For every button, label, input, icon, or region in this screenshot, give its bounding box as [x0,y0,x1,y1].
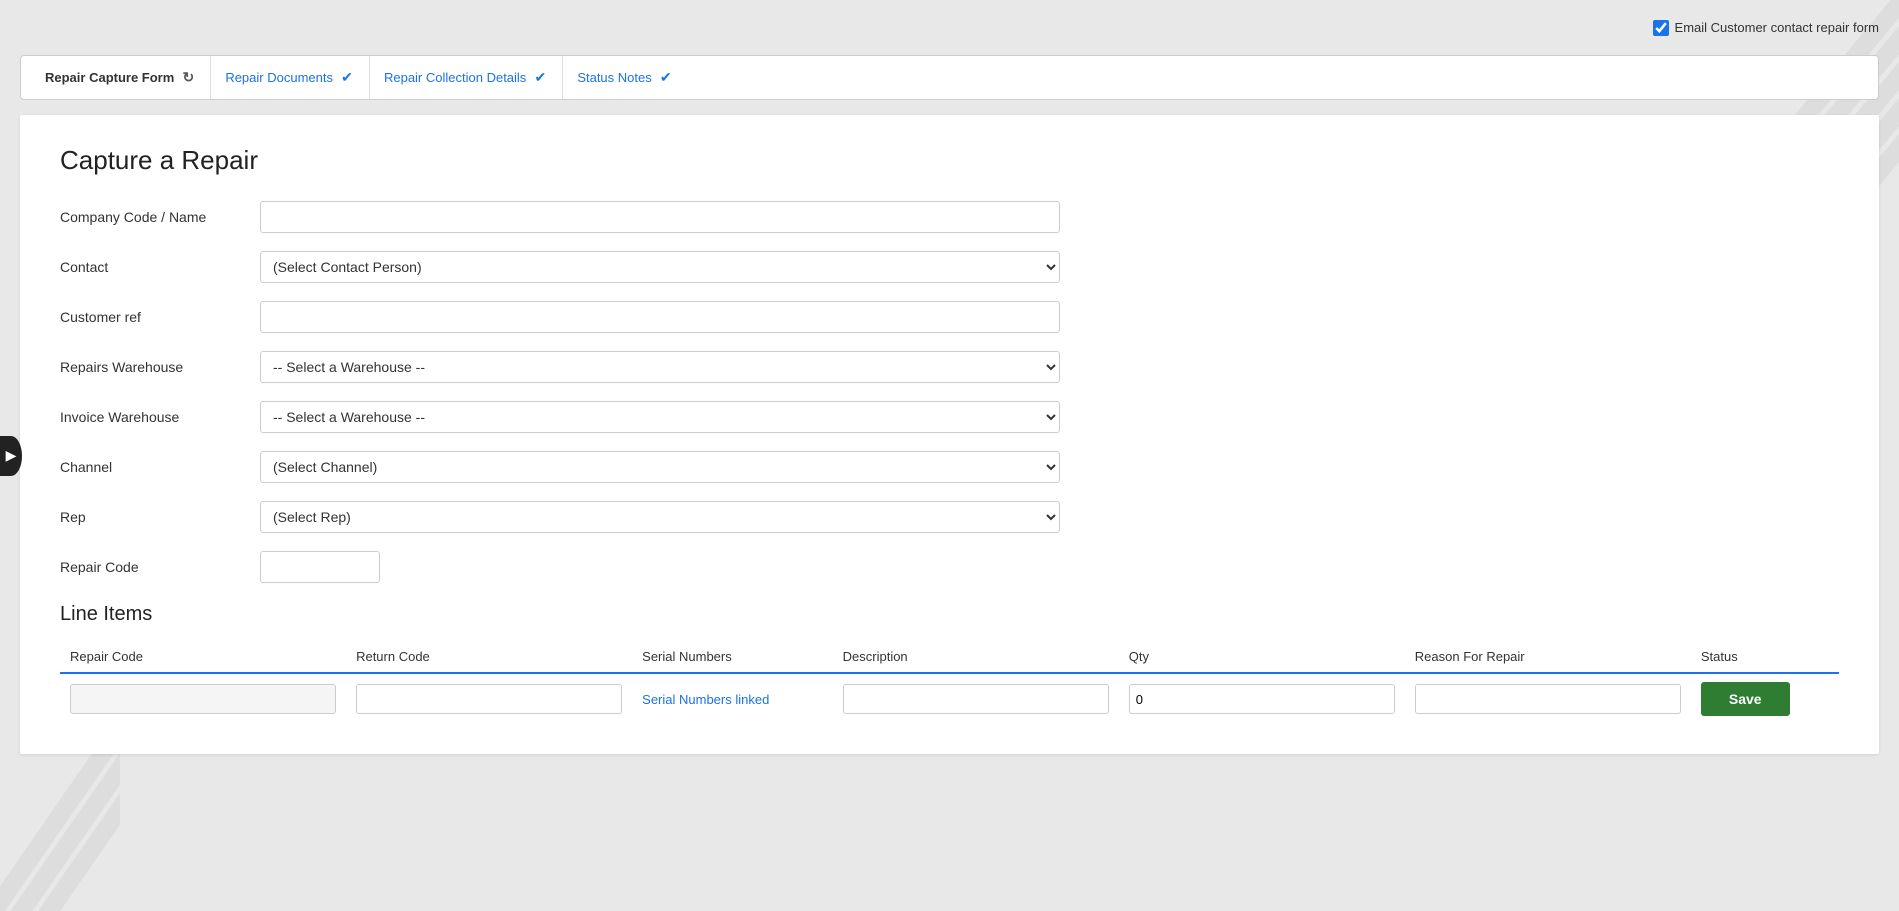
company-code-input[interactable] [260,201,1060,233]
table-header-row: Repair Code Return Code Serial Numbers D… [60,641,1839,673]
contact-label: Contact [60,259,260,275]
invoice-warehouse-label: Invoice Warehouse [60,409,260,425]
serial-numbers-link[interactable]: Serial Numbers linked [642,692,769,707]
email-checkbox[interactable] [1653,20,1669,36]
channel-select[interactable]: (Select Channel) [260,451,1060,483]
row-reason-input[interactable] [1415,684,1681,714]
contact-group: Contact (Select Contact Person) [60,251,1839,283]
cell-qty [1119,673,1405,724]
refresh-icon: ↻ [180,70,196,86]
main-content: Capture a Repair Company Code / Name Con… [20,115,1879,754]
cell-status: Save [1691,673,1839,724]
channel-group: Channel (Select Channel) [60,451,1839,483]
line-items-table: Repair Code Return Code Serial Numbers D… [60,641,1839,724]
save-button[interactable]: Save [1701,682,1790,716]
repair-code-label: Repair Code [60,559,260,575]
col-description: Description [833,641,1119,673]
row-description-input[interactable] [843,684,1109,714]
email-checkbox-label[interactable]: Email Customer contact repair form [1653,20,1879,36]
customer-ref-input[interactable] [260,301,1060,333]
company-code-label: Company Code / Name [60,209,260,225]
email-checkbox-text: Email Customer contact repair form [1675,20,1879,35]
channel-label: Channel [60,459,260,475]
tab-status-notes[interactable]: Status Notes ✔ [563,56,687,99]
rep-label: Rep [60,509,260,525]
col-repair-code: Repair Code [60,641,346,673]
repairs-warehouse-select[interactable]: -- Select a Warehouse -- [260,351,1060,383]
invoice-warehouse-select[interactable]: -- Select a Warehouse -- [260,401,1060,433]
col-qty: Qty [1119,641,1405,673]
contact-select[interactable]: (Select Contact Person) [260,251,1060,283]
tab-repair-documents[interactable]: Repair Documents ✔ [211,56,370,99]
row-repair-code-input[interactable] [70,684,336,714]
col-reason-for-repair: Reason For Repair [1405,641,1691,673]
repairs-warehouse-group: Repairs Warehouse -- Select a Warehouse … [60,351,1839,383]
cell-description [833,673,1119,724]
top-bar: Email Customer contact repair form [0,0,1899,55]
cell-serial-numbers: Serial Numbers linked [632,673,832,724]
rep-select[interactable]: (Select Rep) [260,501,1060,533]
table-row: Serial Numbers linked Save [60,673,1839,724]
col-return-code: Return Code [346,641,632,673]
check-icon-status-notes: ✔ [658,70,674,86]
row-return-code-input[interactable] [356,684,622,714]
company-code-group: Company Code / Name [60,201,1839,233]
line-items-title: Line Items [60,603,1839,626]
check-icon-repair-collection: ✔ [532,70,548,86]
repair-code-group: Repair Code [60,551,1839,583]
tab-repair-capture-form-label: Repair Capture Form [45,70,174,85]
rep-group: Rep (Select Rep) [60,501,1839,533]
check-icon-repair-documents: ✔ [339,70,355,86]
customer-ref-group: Customer ref [60,301,1839,333]
customer-ref-label: Customer ref [60,309,260,325]
invoice-warehouse-group: Invoice Warehouse -- Select a Warehouse … [60,401,1839,433]
tab-repair-capture-form[interactable]: Repair Capture Form ↻ [31,56,211,99]
page-title: Capture a Repair [60,145,1839,176]
repairs-warehouse-label: Repairs Warehouse [60,359,260,375]
col-serial-numbers: Serial Numbers [632,641,832,673]
col-status: Status [1691,641,1839,673]
chevron-right-icon: ▶ [6,447,17,464]
side-toggle-button[interactable]: ▶ [0,436,22,476]
repair-code-input[interactable] [260,551,380,583]
tab-status-notes-link[interactable]: Status Notes [577,70,651,85]
tab-repair-collection-details[interactable]: Repair Collection Details ✔ [370,56,563,99]
cell-reason-for-repair [1405,673,1691,724]
cell-repair-code [60,673,346,724]
cell-return-code [346,673,632,724]
tab-repair-documents-link[interactable]: Repair Documents [225,70,333,85]
tab-repair-collection-details-link[interactable]: Repair Collection Details [384,70,526,85]
row-qty-input[interactable] [1129,684,1395,714]
tabs-bar: Repair Capture Form ↻ Repair Documents ✔… [20,55,1879,100]
